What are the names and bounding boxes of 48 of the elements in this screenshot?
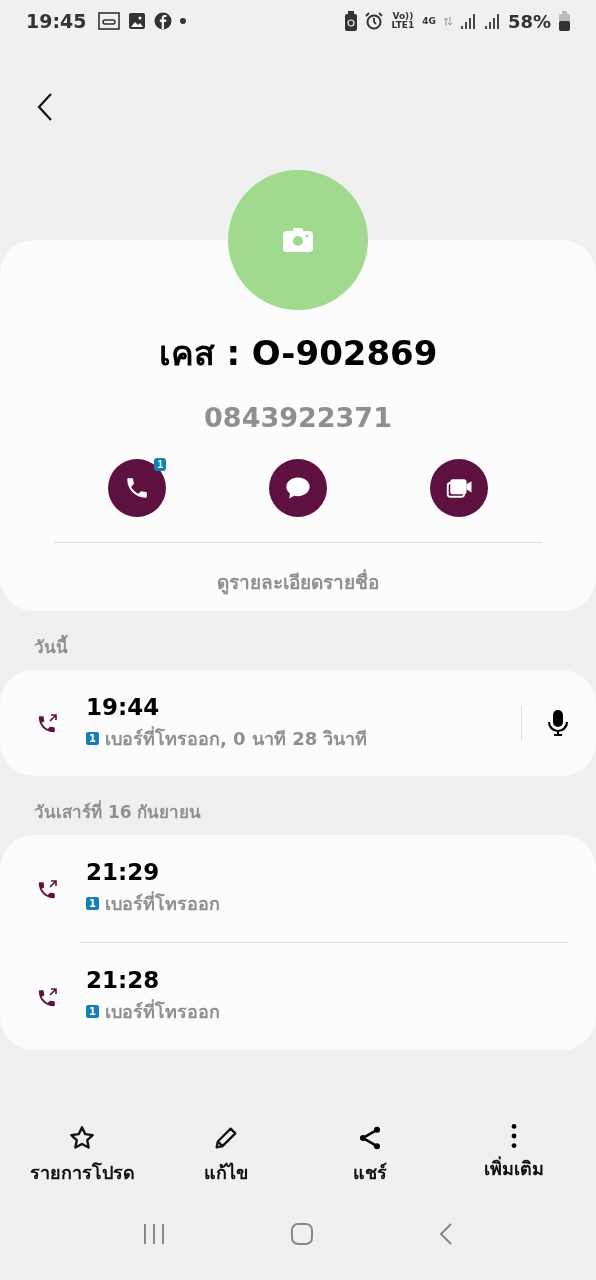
battery-percent: 58% [507,10,551,32]
microphone-icon[interactable] [546,709,570,737]
back-button[interactable] [36,92,54,122]
call-time: 21:29 [86,859,161,885]
home-button[interactable] [290,1222,314,1246]
call-log-row[interactable]: 19:44 1 เบอร์ที่โทรออก, 0 นาที 28 วินาที [0,670,596,776]
edit-button[interactable]: แก้ไข [161,1123,291,1188]
date-heading: วันนี้ [0,611,596,670]
status-time: 19:45 [26,10,87,32]
call-log-row[interactable]: 21:29 1 เบอร์ที่โทรออก [0,835,596,942]
outgoing-call-icon [36,711,60,735]
phone-icon [124,475,150,501]
more-icon [511,1124,517,1148]
star-icon [68,1124,96,1152]
voicemail-icon [98,12,121,30]
favorite-button[interactable]: รายการโปรด [17,1123,147,1188]
phone-number: 0843922371 [204,402,392,433]
sim-badge: 1 [154,458,166,471]
camera-icon [283,228,313,252]
battery-icon [559,11,570,31]
back-nav-button[interactable] [438,1222,454,1246]
call-time: 19:44 [86,693,161,720]
alarm-icon [365,12,384,30]
data-arrows-icon [443,16,452,26]
call-log-row[interactable]: 21:28 1 เบอร์ที่โทรออก [0,943,596,1050]
gallery-icon [128,12,147,30]
message-action-button[interactable] [269,459,327,517]
recent-apps-button[interactable] [142,1223,166,1245]
sim-badge: 1 [86,1005,99,1018]
network-indicator: 4G [422,16,436,26]
video-action-button[interactable] [430,459,488,517]
facebook-icon [154,12,173,30]
volte-indicator: Vo)) LTE1 [391,12,415,30]
share-button[interactable]: แชร์ [305,1123,435,1188]
signal-icon [459,13,476,29]
sim-badge: 1 [86,731,99,745]
call-action-button[interactable]: 1 [108,459,166,517]
sim-badge: 1 [86,897,99,910]
call-description: เบอร์ที่โทรออก, 0 นาที 28 วินาที [104,725,368,751]
date-heading: วันเสาร์ที่ 16 กันยายน [33,799,203,824]
signal-icon [483,13,500,29]
contact-name: เคส : O-902869 [158,332,438,375]
call-time: 21:28 [86,967,161,993]
call-description: เบอร์ที่โทรออก [104,998,220,1024]
more-button[interactable]: เพิ่มเติม [449,1123,579,1188]
call-description: เบอร์ที่โทรออก [104,890,220,916]
dot-icon [180,18,187,24]
battery-saver-icon [345,11,358,31]
